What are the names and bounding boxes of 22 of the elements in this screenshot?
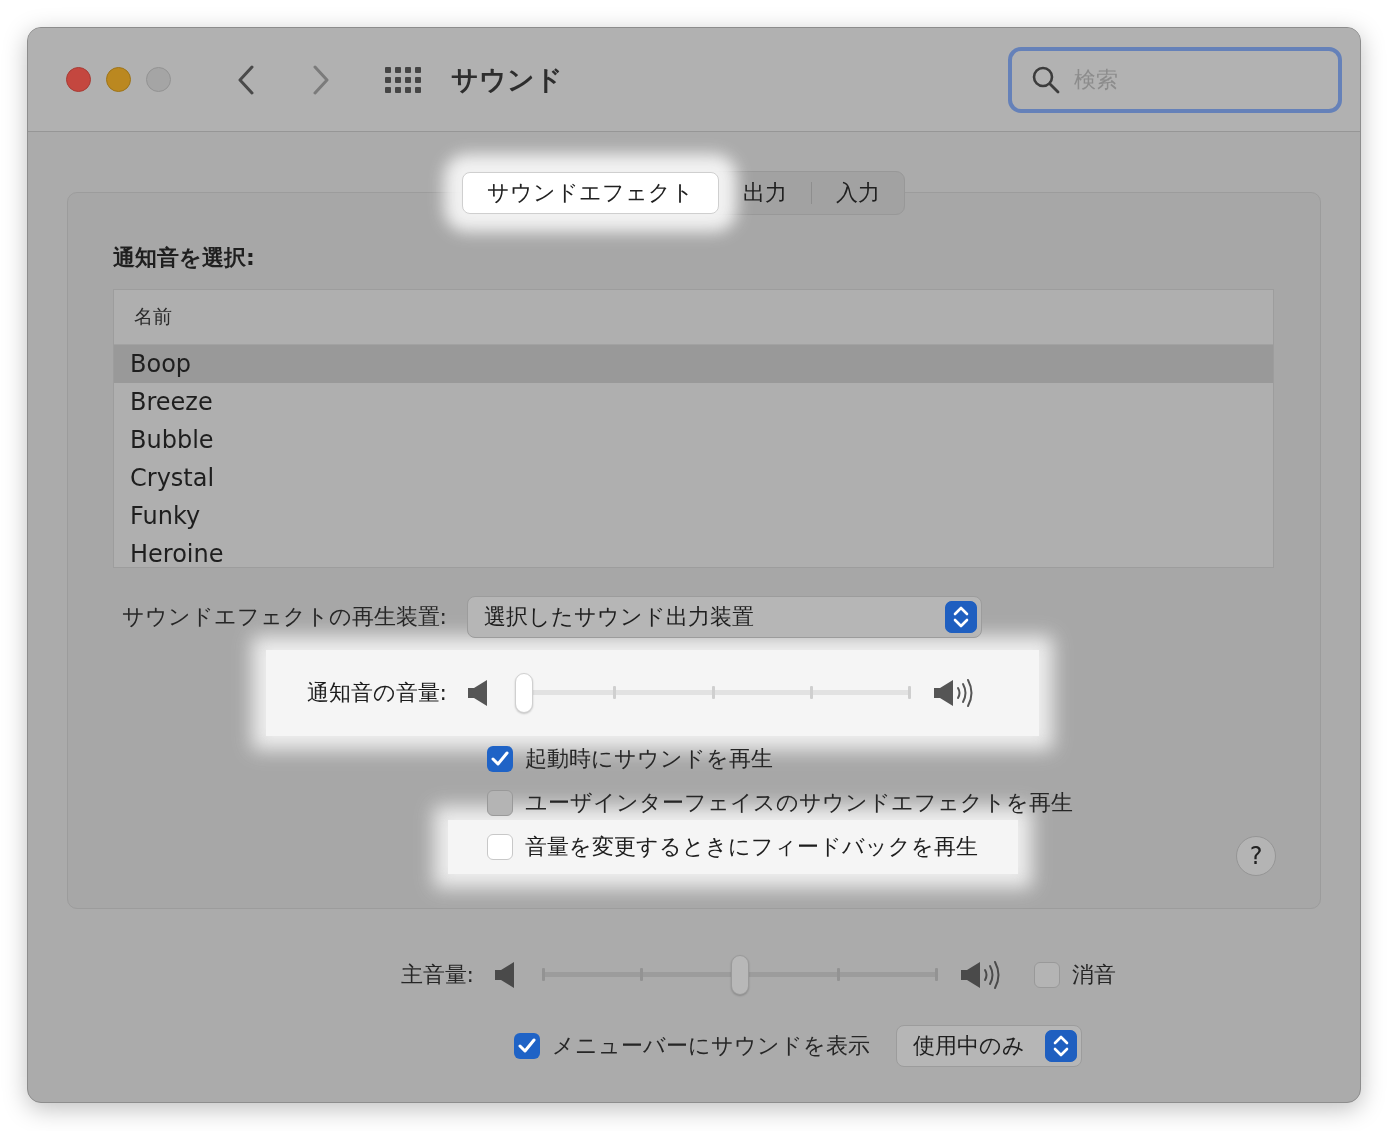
- field-label: サウンドエフェクトの再生装置:: [120, 603, 448, 631]
- checkbox-label[interactable]: ユーザインターフェイスのサウンドエフェクトを再生: [525, 788, 1073, 818]
- field-label: 通知音の音量:: [305, 679, 448, 707]
- checkbox-label[interactable]: 音量を変更するときにフィードバックを再生: [525, 832, 978, 862]
- window-title: サウンド: [451, 62, 563, 97]
- list-row[interactable]: Boop: [114, 345, 1273, 383]
- tab[interactable]: 出力: [718, 172, 811, 214]
- popup-button[interactable]: 選択したサウンド出力装置: [467, 596, 982, 638]
- list-row[interactable]: Funky: [114, 497, 1273, 535]
- checkbox-label[interactable]: メニューバーにサウンドを表示: [552, 1031, 870, 1061]
- section-heading: 通知音を選択:: [113, 244, 256, 272]
- popup-button[interactable]: 使用中のみ: [896, 1025, 1082, 1067]
- checkbox-label[interactable]: 消音: [1072, 960, 1116, 990]
- tab[interactable]: サウンドエフェクト: [461, 172, 719, 214]
- list-row[interactable]: Bubble: [114, 421, 1273, 459]
- list-row[interactable]: Crystal: [114, 459, 1273, 497]
- list-row[interactable]: Heroine: [114, 535, 1273, 567]
- tab[interactable]: 入力: [811, 172, 904, 214]
- checkbox-label[interactable]: 起動時にサウンドを再生: [525, 744, 773, 774]
- list-row[interactable]: Breeze: [114, 383, 1273, 421]
- help-button[interactable]: ?: [1236, 836, 1276, 876]
- field-label: 主音量:: [399, 961, 475, 989]
